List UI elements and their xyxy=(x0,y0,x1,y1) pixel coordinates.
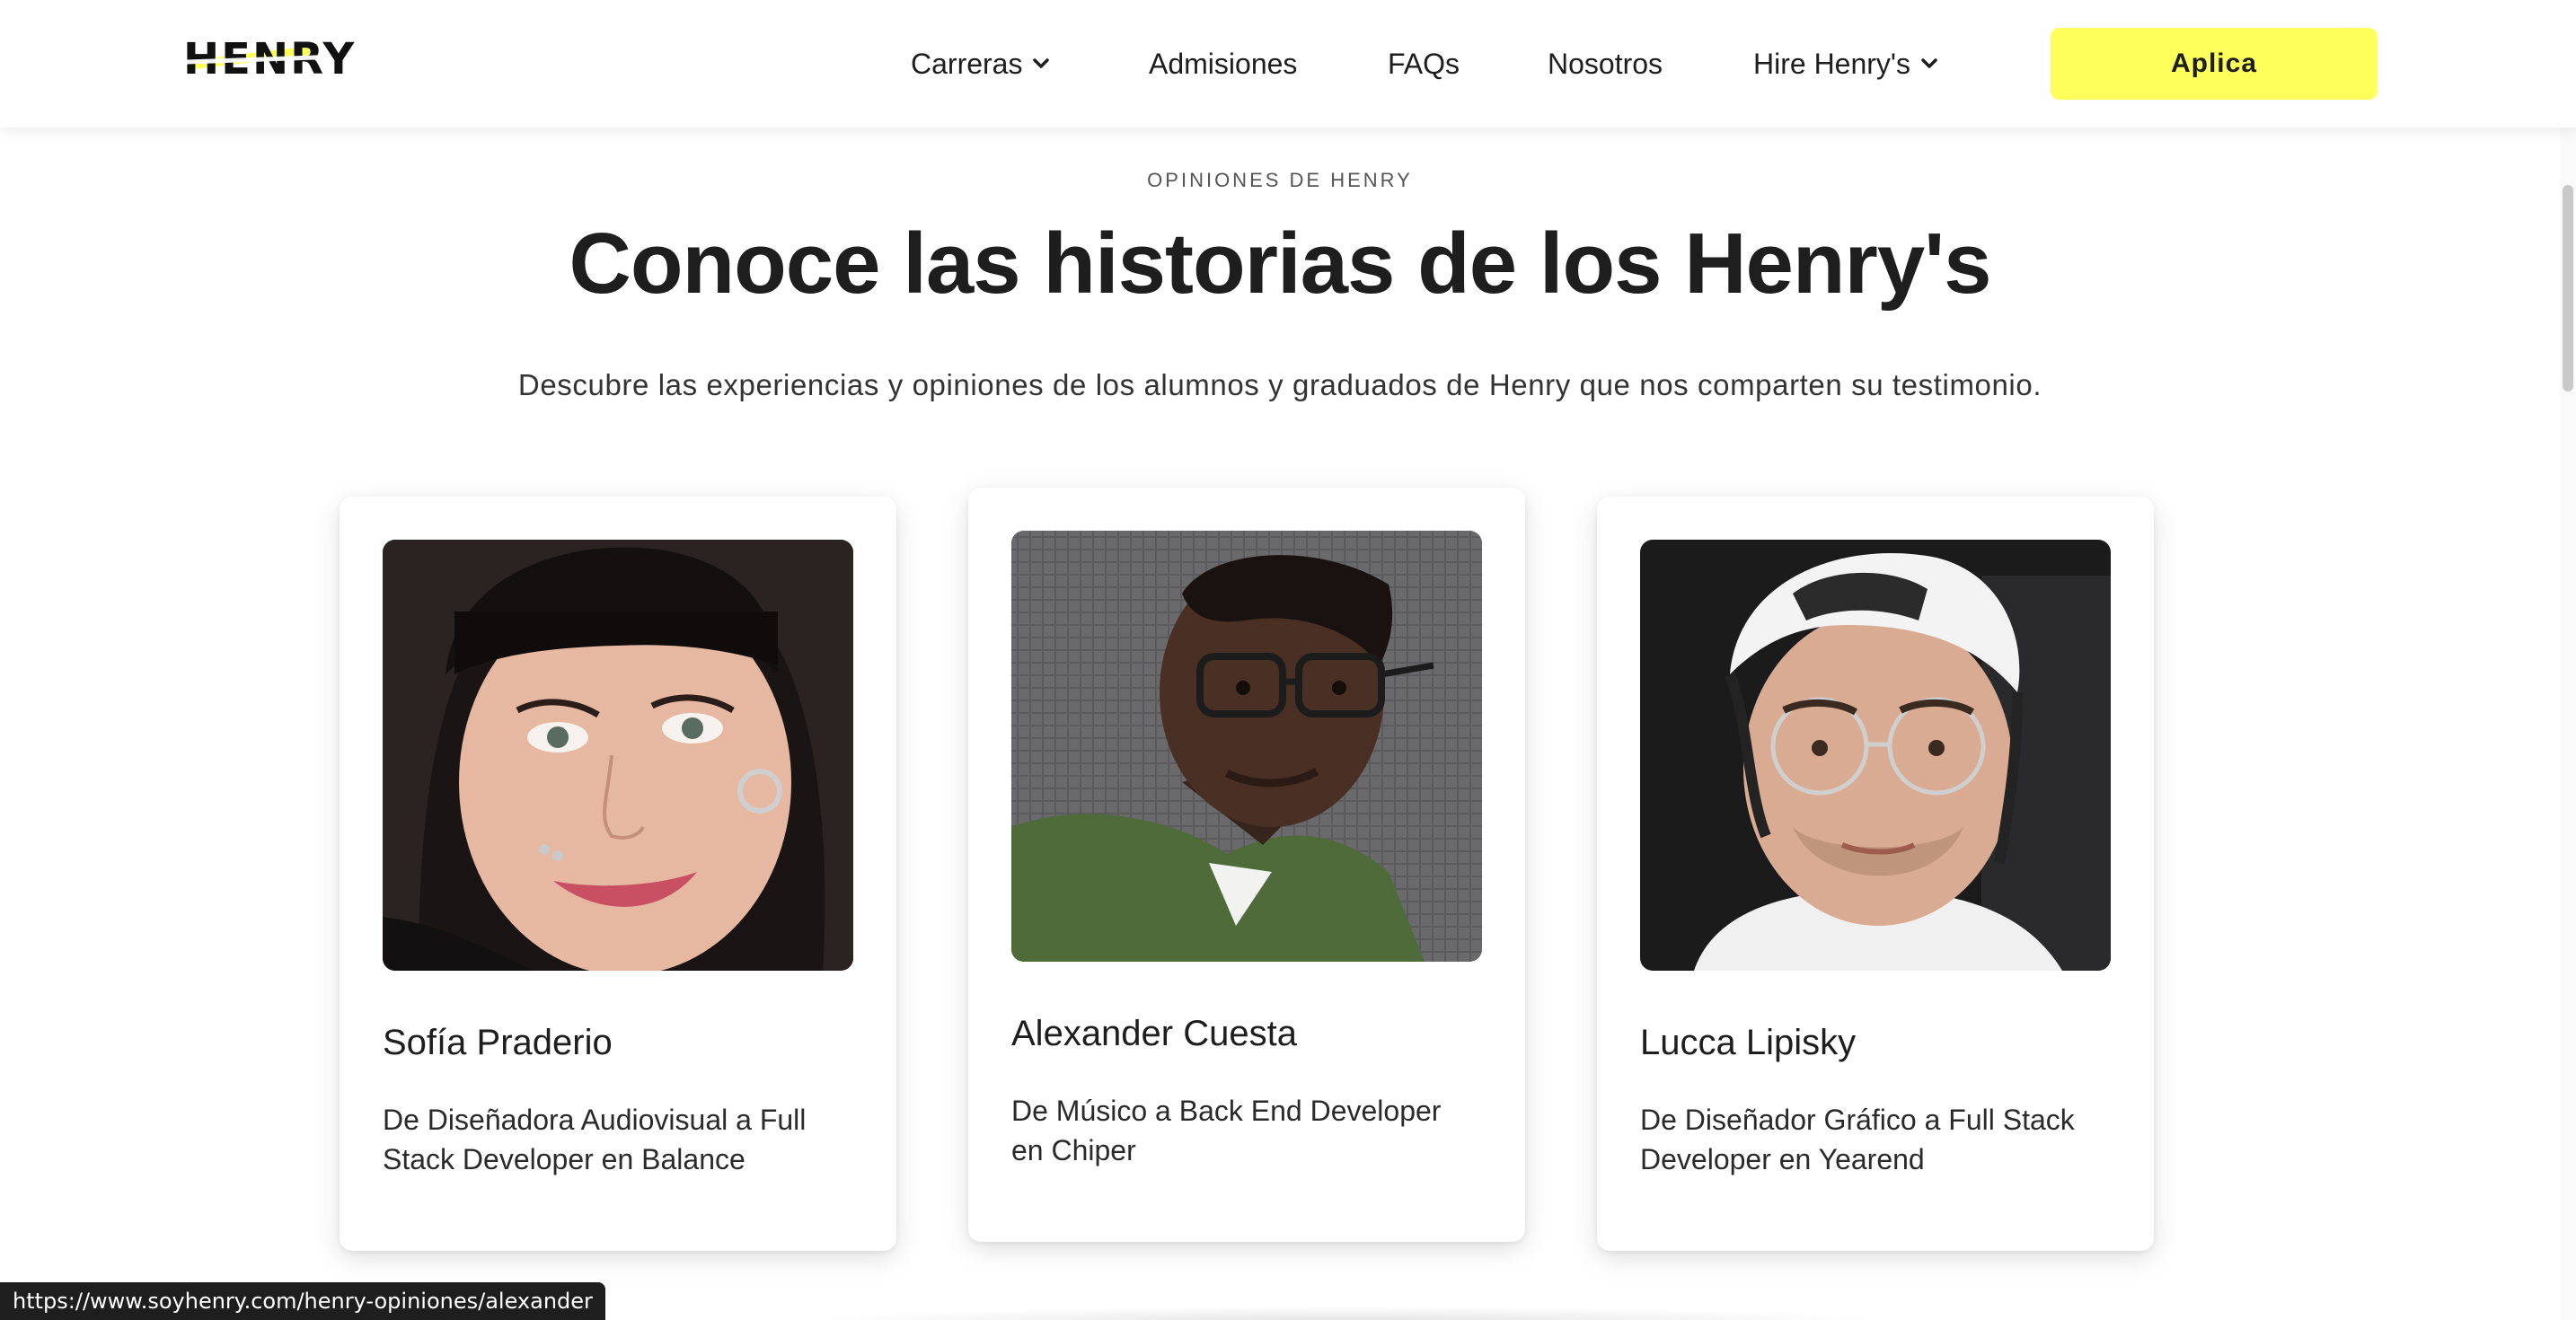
henry-logo[interactable]: HENRY xyxy=(183,34,381,81)
portrait-photo xyxy=(1011,531,1482,962)
nav-item-label: Admisiones xyxy=(1149,47,1298,80)
testimonial-name: Lucca Lipisky xyxy=(1640,1023,1857,1062)
nav-item-label: Carreras xyxy=(911,47,1023,80)
page-subtitle: Descubre las experiencias y opiniones de… xyxy=(517,368,2042,401)
nav-item-label: FAQs xyxy=(1388,47,1460,80)
testimonial-description: De Diseñadora Audiovisual a Full Stack D… xyxy=(383,1104,807,1175)
testimonial-card-sofia[interactable]: Sofía Praderio De Diseñadora Audiovisual… xyxy=(340,497,896,1251)
nav-item-nosotros[interactable]: Nosotros xyxy=(1548,0,1663,128)
portrait-photo xyxy=(1640,540,2111,971)
testimonial-description: De Diseñador Gráfico a Full Stack Develo… xyxy=(1640,1104,2075,1175)
testimonial-card-alexander[interactable]: Alexander Cuesta De Músico a Back End De… xyxy=(968,488,1525,1242)
nav-item-label: Hire Henry's xyxy=(1753,47,1911,80)
testimonial-description: De Músico a Back End Developer en Chiper xyxy=(1011,1095,1442,1166)
nav-item-hire-henrys[interactable]: Hire Henry's xyxy=(1753,0,1939,128)
site-header: HENRY Carreras Admisiones FAQs Nosotros … xyxy=(0,0,2576,128)
avatar xyxy=(383,540,853,971)
avatar xyxy=(1640,540,2111,971)
avatar xyxy=(1011,531,1482,962)
nav-item-carreras[interactable]: Carreras xyxy=(911,0,1051,128)
section-eyebrow: OPINIONES DE HENRY xyxy=(1147,169,1413,191)
portrait-photo xyxy=(383,540,853,971)
page-title: Conoce las historias de los Henry's xyxy=(565,208,1995,320)
next-section-shadow xyxy=(808,1307,1886,1320)
testimonial-name: Alexander Cuesta xyxy=(1011,1014,1297,1053)
scrollbar-thumb[interactable] xyxy=(2563,185,2573,392)
nav-item-label: Nosotros xyxy=(1548,47,1663,80)
page-title-wrap: Conoce las historias de los Henry's xyxy=(0,208,2560,320)
page-title-text: Conoce las historias de los Henry's xyxy=(569,216,1991,312)
status-bar-url: https://www.soyhenry.com/henry-opiniones… xyxy=(0,1282,605,1320)
apply-button[interactable]: Aplica xyxy=(2051,28,2378,100)
testimonial-card-lucca[interactable]: Lucca Lipisky De Diseñador Gráfico a Ful… xyxy=(1597,497,2154,1251)
henry-logo-mark: HENRY xyxy=(183,34,354,81)
nav-item-faqs[interactable]: FAQs xyxy=(1388,0,1460,128)
chevron-down-icon xyxy=(1031,54,1051,74)
chevron-down-icon xyxy=(1919,54,1939,74)
testimonial-name: Sofía Praderio xyxy=(383,1023,613,1062)
nav-item-admisiones[interactable]: Admisiones xyxy=(1149,0,1297,128)
